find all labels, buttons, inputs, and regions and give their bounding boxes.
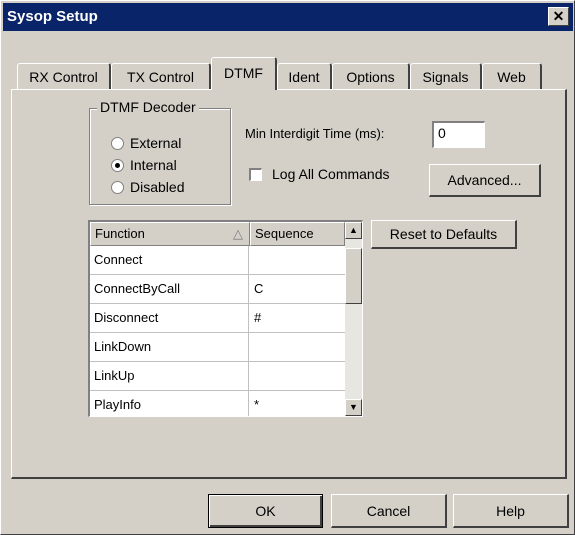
- tab-label: Options: [346, 69, 395, 85]
- advanced-button[interactable]: Advanced...: [429, 164, 541, 197]
- arrow-up-icon: ▲: [349, 225, 358, 235]
- radio-button[interactable]: [111, 136, 124, 150]
- log-all-label: Log All Commands: [272, 166, 390, 182]
- dtmf-command-table[interactable]: Function △ Sequence Connect ConnectByCal…: [88, 220, 363, 417]
- tab-label: TX Control: [127, 69, 194, 85]
- window-title: Sysop Setup: [7, 8, 98, 25]
- vertical-scrollbar[interactable]: ▲ ▼: [345, 222, 362, 416]
- table-row[interactable]: PlayInfo *: [90, 391, 345, 416]
- table-row[interactable]: ConnectByCall C: [90, 275, 345, 304]
- radio-label: Disabled: [130, 179, 185, 195]
- log-all-checkbox[interactable]: [249, 168, 262, 181]
- radio-button[interactable]: [111, 158, 124, 172]
- radio-label: Internal: [130, 157, 177, 173]
- table-row[interactable]: LinkDown: [90, 333, 345, 362]
- dtmf-decoder-label: DTMF Decoder: [97, 99, 199, 115]
- table-row[interactable]: Connect: [90, 246, 345, 275]
- dialog-window: Sysop Setup ✕ RX Control TX Control DTMF…: [0, 0, 575, 535]
- min-interdigit-label: Min Interdigit Time (ms):: [245, 126, 385, 141]
- sequence-cell[interactable]: C: [250, 275, 345, 303]
- sequence-cell[interactable]: [250, 362, 345, 390]
- sequence-cell[interactable]: #: [250, 304, 345, 332]
- sequence-cell[interactable]: *: [250, 391, 345, 416]
- sequence-cell[interactable]: [250, 333, 345, 361]
- radio-label: External: [130, 135, 182, 151]
- tab-label: Signals: [422, 69, 469, 85]
- arrow-down-icon: ▼: [349, 402, 358, 412]
- tab-label: DTMF: [224, 65, 263, 81]
- function-cell: Disconnect: [90, 304, 249, 332]
- function-cell: LinkUp: [90, 362, 249, 390]
- function-cell: Connect: [90, 246, 249, 274]
- title-bar[interactable]: Sysop Setup ✕: [3, 3, 573, 31]
- tab-label: RX Control: [29, 69, 98, 85]
- tab-tx-control[interactable]: TX Control: [111, 63, 211, 89]
- function-cell: PlayInfo: [90, 391, 249, 416]
- table-row[interactable]: Disconnect #: [90, 304, 345, 333]
- radio-button[interactable]: [111, 180, 124, 194]
- function-cell: ConnectByCall: [90, 275, 249, 303]
- function-cell: LinkDown: [90, 333, 249, 361]
- tab-web[interactable]: Web: [482, 63, 542, 89]
- tab-ident[interactable]: Ident: [277, 63, 332, 89]
- header-label: Function: [95, 226, 145, 241]
- tab-rx-control[interactable]: RX Control: [17, 63, 111, 89]
- tab-label: Web: [497, 69, 526, 85]
- radio-selected-dot: [115, 162, 120, 168]
- scroll-thumb[interactable]: [345, 248, 362, 304]
- radio-internal[interactable]: Internal: [111, 155, 177, 175]
- sequence-cell[interactable]: [250, 246, 345, 274]
- help-button[interactable]: Help: [453, 494, 569, 528]
- tab-dtmf[interactable]: DTMF: [211, 57, 277, 90]
- reset-defaults-button[interactable]: Reset to Defaults: [371, 220, 517, 249]
- column-header-sequence[interactable]: Sequence: [250, 222, 345, 246]
- tab-signals[interactable]: Signals: [410, 63, 482, 89]
- tab-label: Ident: [288, 69, 320, 85]
- close-button[interactable]: ✕: [548, 7, 569, 26]
- sort-ascending-icon: △: [233, 226, 243, 241]
- radio-disabled[interactable]: Disabled: [111, 177, 184, 197]
- radio-external[interactable]: External: [111, 133, 181, 153]
- table-row[interactable]: LinkUp: [90, 362, 345, 391]
- header-label: Sequence: [255, 226, 314, 241]
- scroll-down-button[interactable]: ▼: [345, 399, 362, 416]
- close-icon: ✕: [552, 8, 565, 24]
- ok-button[interactable]: OK: [208, 494, 323, 528]
- tab-options[interactable]: Options: [332, 63, 410, 89]
- cancel-button[interactable]: Cancel: [331, 494, 447, 528]
- column-header-function[interactable]: Function △: [90, 222, 250, 246]
- min-interdigit-input[interactable]: 0: [432, 121, 485, 148]
- scroll-up-button[interactable]: ▲: [345, 222, 362, 239]
